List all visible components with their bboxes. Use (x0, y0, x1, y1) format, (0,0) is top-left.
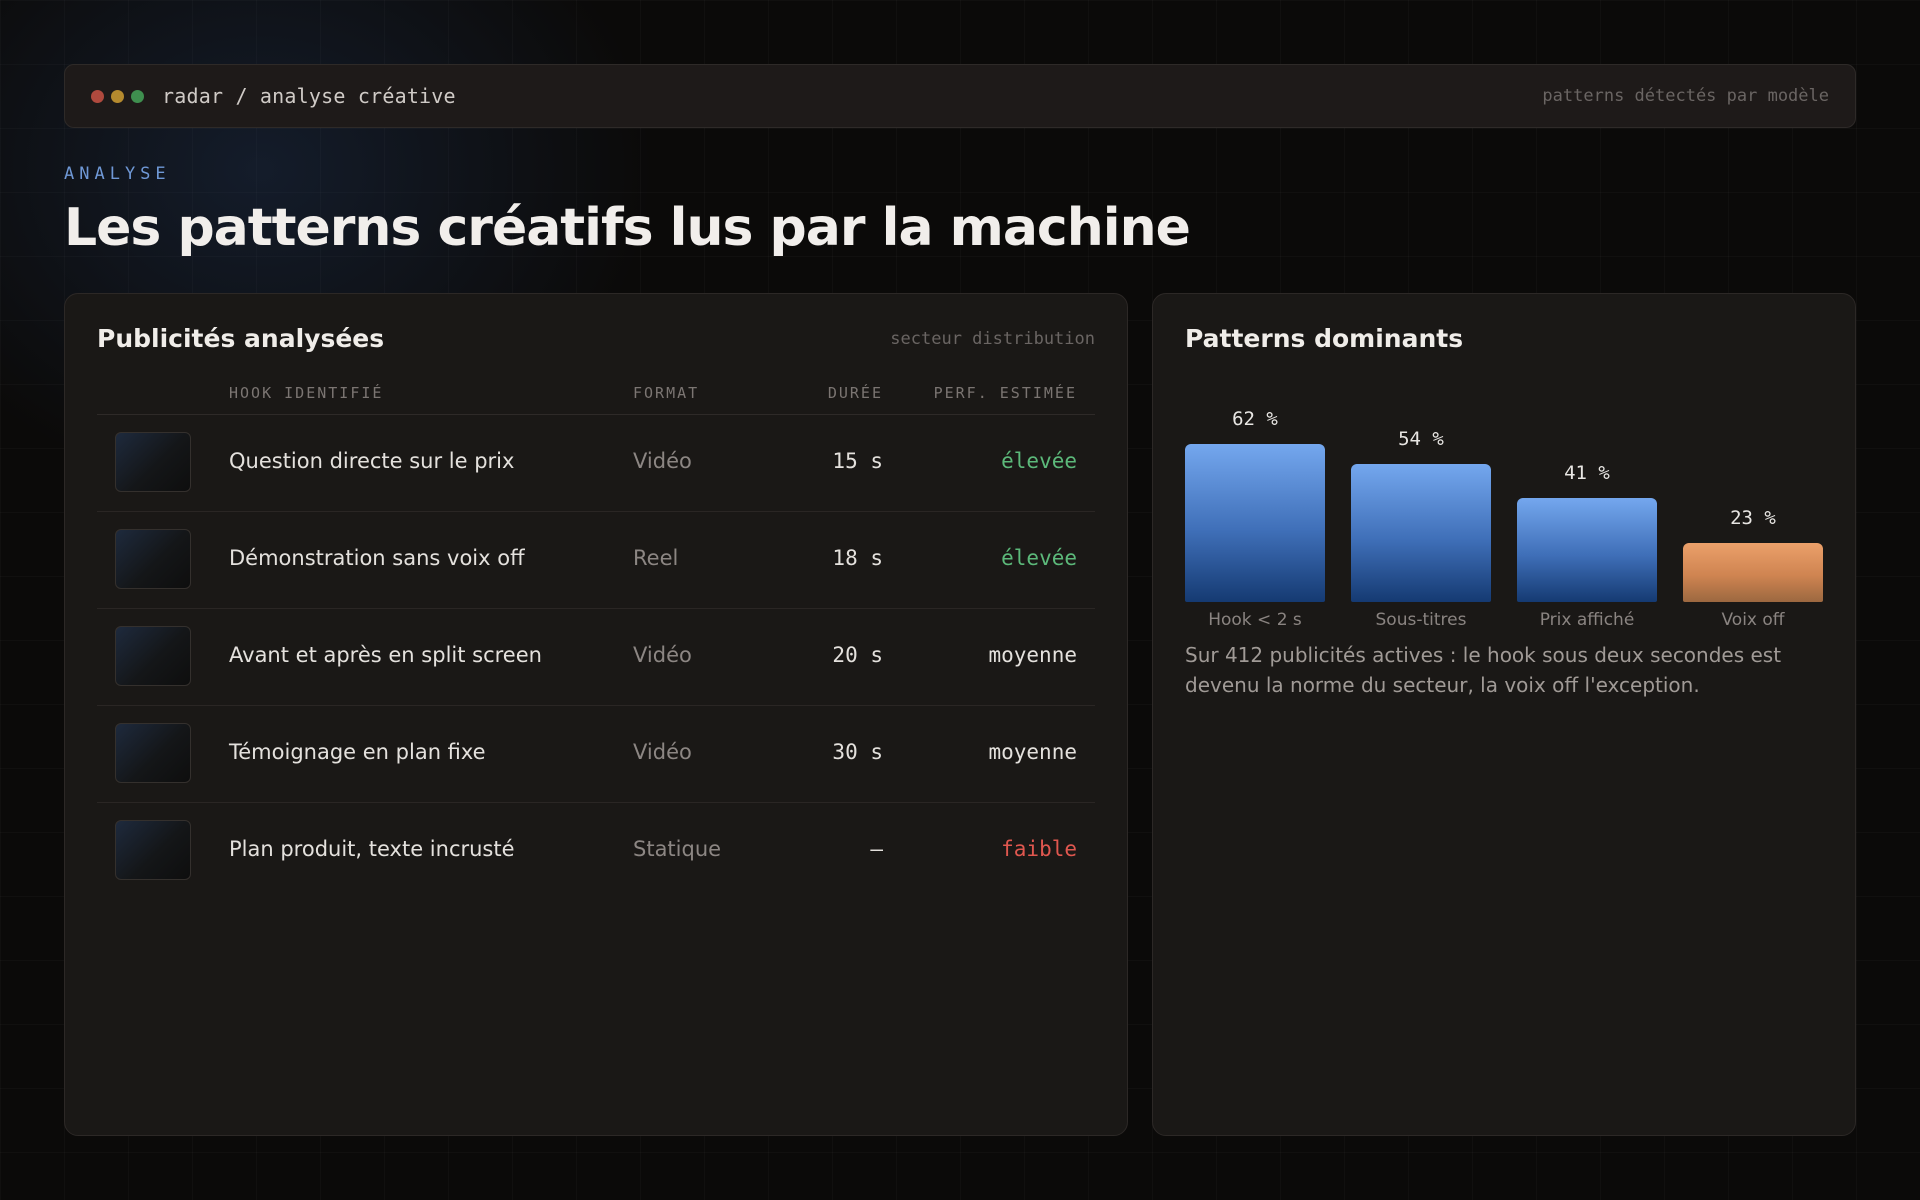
bar-value-label: 62 % (1232, 408, 1278, 430)
ads-panel: Publicités analysées secteur distributio… (64, 293, 1128, 1136)
bar-category-label: Hook < 2 s (1208, 610, 1302, 630)
window-tagline: patterns détectés par modèle (1542, 86, 1829, 106)
table-row[interactable]: Question directe sur le prix Vidéo 15 s éle… (97, 415, 1095, 512)
table-body: Question directe sur le prix Vidéo 15 s éle… (97, 415, 1095, 899)
bar-category-label: Prix affiché (1539, 610, 1635, 630)
table-row[interactable]: Témoignage en plan fixe Vidéo 30 s moyenne (97, 706, 1095, 803)
maximize-dot-icon[interactable] (131, 89, 144, 103)
column-header-hook[interactable]: HOOK IDENTIFIÉ (229, 384, 383, 402)
cell-format: Statique (633, 837, 722, 861)
patterns-note: Sur 412 publicités actives : le hook sou… (1185, 643, 1782, 697)
cell-hook: Avant et après en split screen (229, 643, 542, 667)
cell-duree: 20 s (832, 643, 883, 667)
table-header: HOOK IDENTIFIÉ FORMAT DURÉE PERF. ESTIMÉ… (97, 372, 1095, 415)
table-row[interactable]: Démonstration sans voix off Reel 18 s élevé… (97, 512, 1095, 609)
ads-panel-title: Publicités analysées (97, 324, 385, 353)
cell-duree: — (870, 837, 883, 861)
section-eyebrow: ANALYSE (64, 164, 171, 184)
column-header-perf[interactable]: PERF. ESTIMÉE (934, 384, 1077, 402)
ads-table: HOOK IDENTIFIÉ FORMAT DURÉE PERF. ESTIMÉ… (97, 372, 1095, 899)
cell-duree: 15 s (832, 449, 883, 473)
patterns-panel: Patterns dominants 62 % Hook < 2 s 54 % Sou… (1152, 293, 1856, 1136)
window-controls (91, 89, 144, 103)
ad-thumbnail[interactable] (115, 626, 191, 686)
cell-duree: 30 s (832, 740, 883, 764)
bar-category-label: Sous-titres (1375, 610, 1467, 630)
patterns-panel-title: Patterns dominants (1185, 324, 1464, 353)
cell-perf: élevée (1001, 546, 1077, 570)
chart-bar[interactable] (1351, 464, 1491, 602)
window-titlebar: radar / analyse créative patterns détect… (64, 64, 1856, 128)
chart-bar[interactable] (1517, 498, 1657, 602)
table-row[interactable]: Plan produit, texte incrusté Statique — fai… (97, 803, 1095, 899)
page-title: Les patterns créatifs lus par la machine (64, 198, 1191, 258)
column-header-duree[interactable]: DURÉE (828, 384, 883, 402)
ads-panel-subtitle: secteur distribution (890, 329, 1095, 349)
cell-perf: moyenne (988, 643, 1077, 667)
bar-value-label: 23 % (1730, 507, 1776, 529)
minimize-dot-icon[interactable] (111, 89, 124, 103)
cell-perf: moyenne (988, 740, 1077, 764)
cell-format: Vidéo (633, 449, 692, 473)
cell-hook: Démonstration sans voix off (229, 546, 525, 570)
chart-bar[interactable] (1683, 543, 1823, 602)
bar-value-label: 41 % (1564, 462, 1610, 484)
cell-format: Reel (633, 546, 679, 570)
breadcrumb: radar / analyse créative (162, 84, 456, 108)
ad-thumbnail[interactable] (115, 432, 191, 492)
bar-category-label: Voix off (1721, 610, 1785, 630)
cell-format: Vidéo (633, 643, 692, 667)
cell-hook: Témoignage en plan fixe (229, 740, 486, 764)
cell-format: Vidéo (633, 740, 692, 764)
ad-thumbnail[interactable] (115, 820, 191, 880)
cell-perf: faible (1001, 837, 1077, 861)
bar-value-label: 54 % (1398, 428, 1444, 450)
chart-bar[interactable] (1185, 444, 1325, 602)
patterns-bar-chart: 62 % Hook < 2 s 54 % Sous-titres 41 % Prix af… (1185, 394, 1825, 634)
close-dot-icon[interactable] (91, 89, 104, 103)
cell-perf: élevée (1001, 449, 1077, 473)
ad-thumbnail[interactable] (115, 723, 191, 783)
cell-hook: Plan produit, texte incrusté (229, 837, 515, 861)
cell-duree: 18 s (832, 546, 883, 570)
column-header-format[interactable]: FORMAT (633, 384, 699, 402)
ad-thumbnail[interactable] (115, 529, 191, 589)
table-row[interactable]: Avant et après en split screen Vidéo 20 s m… (97, 609, 1095, 706)
cell-hook: Question directe sur le prix (229, 449, 515, 473)
